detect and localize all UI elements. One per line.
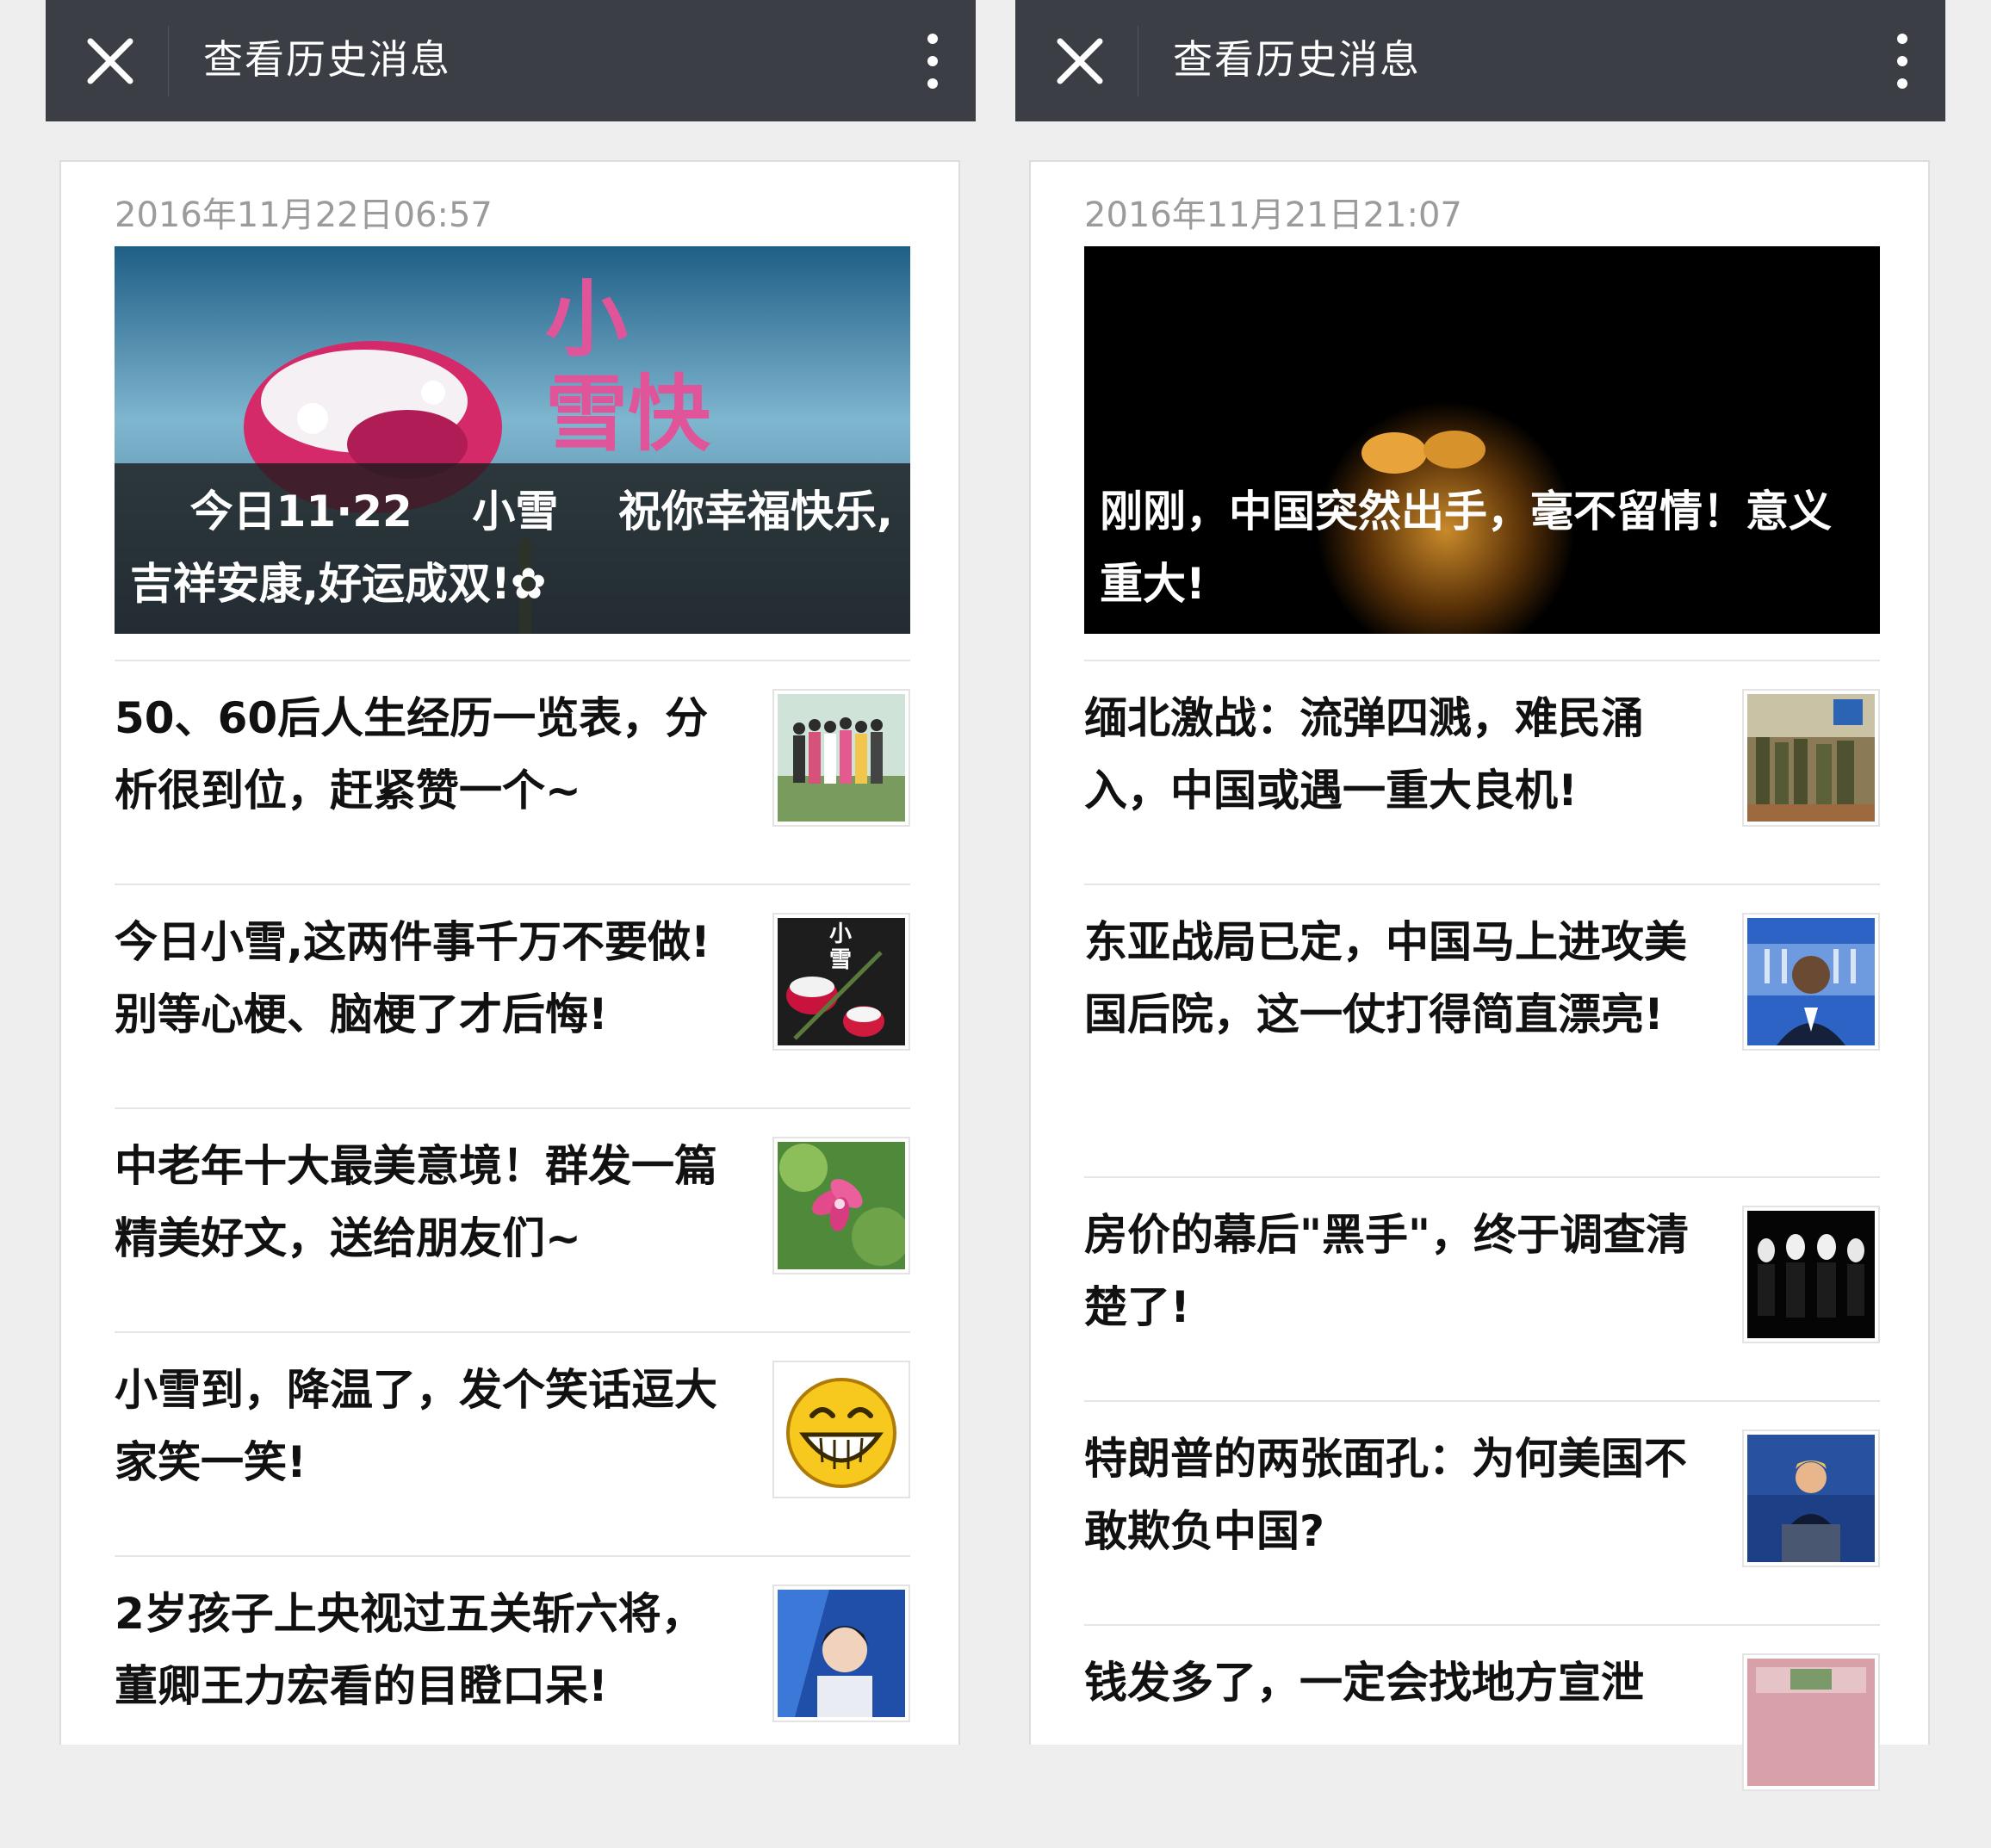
- list-item[interactable]: 小雪到，降温了，发个笑话逗大家笑一笑!: [115, 1331, 910, 1555]
- article-title: 钱发多了，一定会找地方宣泄: [1084, 1658, 1644, 1708]
- top-bar: 查看历史消息: [1015, 0, 1945, 121]
- message-date: 2016年11月22日06:57: [115, 195, 493, 235]
- article-title: 特朗普的两张面孔：为何美国不敢欺负中国?: [1084, 1434, 1687, 1556]
- article-thumbnail: [1742, 1206, 1880, 1343]
- thumbnail-text: 小雪: [829, 921, 853, 973]
- page-title: 查看历史消息: [1173, 36, 1421, 83]
- list-item[interactable]: 东亚战局已定，中国马上进攻美国后院，这一仗打得简直漂亮!: [1084, 884, 1880, 1176]
- money-image: [1747, 1659, 1875, 1786]
- close-button[interactable]: [78, 29, 142, 93]
- pink-flower-image: [778, 1142, 905, 1269]
- article-thumbnail: [772, 1137, 910, 1274]
- article-thumbnail: [1742, 689, 1880, 827]
- more-vertical-icon: [927, 34, 938, 89]
- close-button[interactable]: [1048, 29, 1112, 93]
- article-title: 房价的幕后"黑手"，终于调查清楚了!: [1084, 1210, 1690, 1332]
- cover-title: 今日11·22 小雪 祝你幸福快乐,吉祥安康,好运成双!✿: [130, 487, 894, 609]
- masked-men-image: [1747, 1211, 1875, 1338]
- article-thumbnail: [1742, 1429, 1880, 1567]
- list-item[interactable]: 今日小雪,这两件事千万不要做!别等心梗、脑梗了才后悔! 小雪: [115, 884, 910, 1107]
- cover-overlay-text: 小 雪快: [545, 270, 710, 462]
- article-title: 小雪到，降温了，发个笑话逗大家笑一笑!: [115, 1365, 717, 1487]
- soldiers-image: [1747, 694, 1875, 822]
- more-vertical-icon: [1897, 34, 1907, 89]
- article-title: 中老年十大最美意境！群发一篇精美好文，送给朋友们~: [115, 1141, 717, 1263]
- more-menu-button[interactable]: [1885, 31, 1920, 91]
- list-item[interactable]: 缅北激战：流弹四溅，难民涌入，中国或遇一重大良机!: [1084, 660, 1880, 884]
- close-icon: [1057, 38, 1103, 84]
- cover-article[interactable]: 刚刚，中国突然出手，毫不留情！意义重大!: [1084, 246, 1880, 634]
- article-title: 50、60后人生经历一览表，分析很到位，赶紧赞一个~: [115, 693, 709, 815]
- article-thumbnail: [772, 689, 910, 827]
- article-thumbnail: [772, 1584, 910, 1722]
- more-menu-button[interactable]: [915, 31, 950, 91]
- debate-podium-image: [1747, 1435, 1875, 1562]
- history-panel-right: 查看历史消息 2016年11月21日21:07 刚刚，中国突然出手，毫不留情！意…: [1015, 0, 1945, 1791]
- article-title: 2岁孩子上央视过五关斩六将，董卿王力宏看的目瞪口呆!: [115, 1589, 704, 1711]
- list-item[interactable]: 2岁孩子上央视过五关斩六将，董卿王力宏看的目瞪口呆!: [115, 1555, 910, 1779]
- cover-caption: 今日11·22 小雪 祝你幸福快乐,吉祥安康,好运成双!✿: [115, 463, 910, 634]
- article-thumbnail: 小雪: [772, 913, 910, 1051]
- topbar-divider: [168, 26, 169, 96]
- history-panel-left: 查看历史消息 2016年11月22日06:57 小 雪快 今日11·22 小雪 …: [46, 0, 976, 1745]
- cover-caption: 刚刚，中国突然出手，毫不留情！意义重大!: [1084, 463, 1880, 634]
- close-icon: [87, 38, 133, 84]
- list-item[interactable]: 中老年十大最美意境！群发一篇精美好文，送给朋友们~: [115, 1107, 910, 1331]
- article-title: 今日小雪,这两件事千万不要做!别等心梗、脑梗了才后悔!: [115, 917, 710, 1039]
- list-item[interactable]: 特朗普的两张面孔：为何美国不敢欺负中国?: [1084, 1400, 1880, 1624]
- cover-article[interactable]: 小 雪快 今日11·22 小雪 祝你幸福快乐,吉祥安康,好运成双!✿: [115, 246, 910, 634]
- article-thumbnail: [772, 1361, 910, 1498]
- cover-title: 刚刚，中国突然出手，毫不留情！意义重大!: [1100, 487, 1832, 609]
- group-photo-image: [778, 694, 905, 822]
- list-item[interactable]: 钱发多了，一定会找地方宣泄: [1084, 1624, 1880, 1848]
- top-bar: 查看历史消息: [46, 0, 976, 121]
- list-item[interactable]: 房价的幕后"黑手"，终于调查清楚了!: [1084, 1176, 1880, 1400]
- laughing-emoji-icon: [778, 1366, 905, 1493]
- white-house-speaker-image: [1747, 918, 1875, 1045]
- message-card: 2016年11月21日21:07 刚刚，中国突然出手，毫不留情！意义重大! 缅北…: [1029, 160, 1930, 1791]
- page-title: 查看历史消息: [203, 36, 451, 83]
- article-title: 缅北激战：流弹四溅，难民涌入，中国或遇一重大良机!: [1084, 693, 1644, 815]
- message-card: 2016年11月22日06:57 小 雪快 今日11·22 小雪 祝你幸福快乐,…: [59, 160, 960, 1745]
- article-thumbnail: [1742, 1653, 1880, 1791]
- article-thumbnail: [1742, 913, 1880, 1051]
- list-item[interactable]: 50、60后人生经历一览表，分析很到位，赶紧赞一个~: [115, 660, 910, 884]
- tv-host-image: [778, 1590, 905, 1717]
- message-date: 2016年11月21日21:07: [1084, 195, 1462, 235]
- article-title: 东亚战局已定，中国马上进攻美国后院，这一仗打得简直漂亮!: [1084, 917, 1687, 1039]
